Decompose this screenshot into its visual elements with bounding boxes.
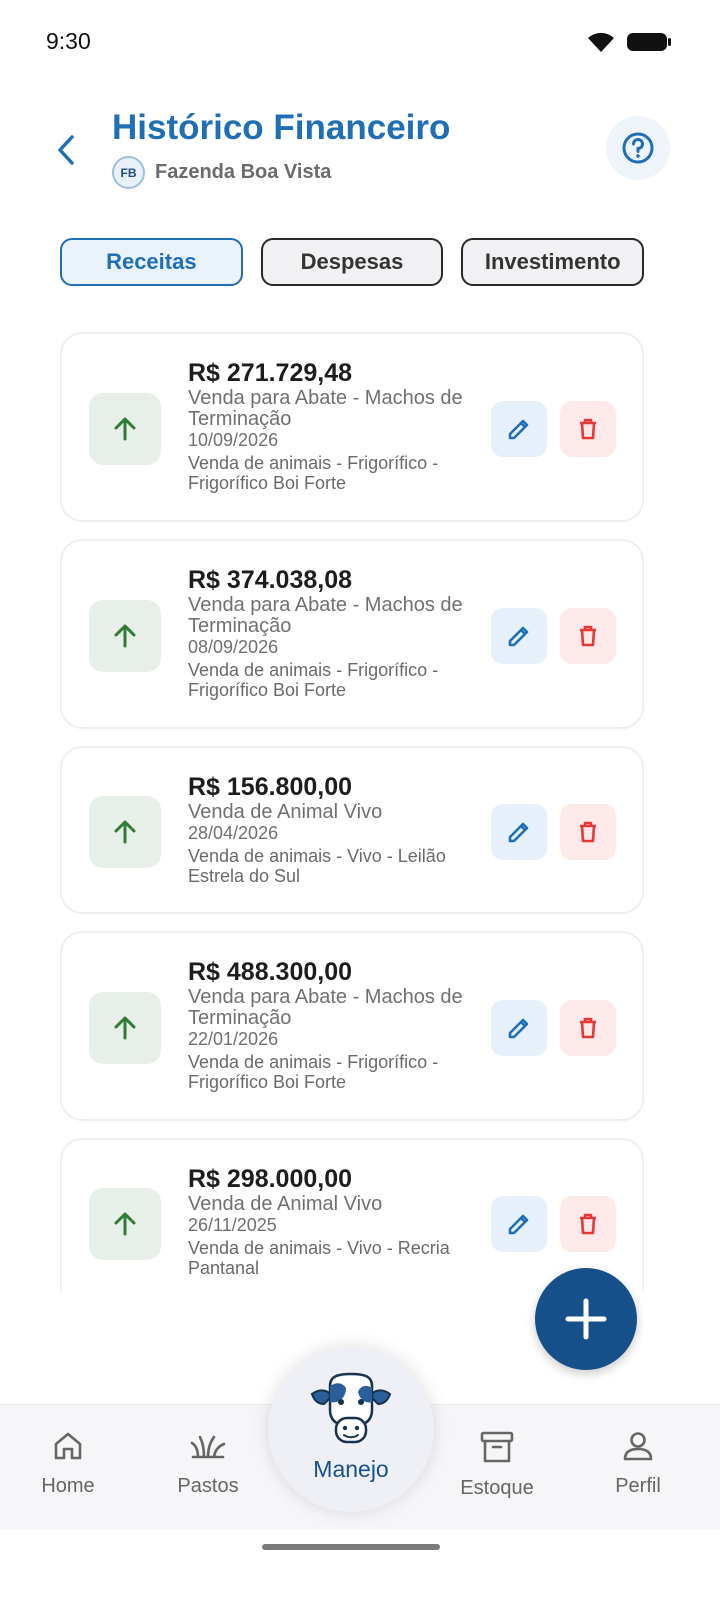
pencil-icon: [508, 1214, 529, 1235]
status-bar: 9:30: [0, 0, 720, 86]
nav-estoque[interactable]: Estoque: [442, 1429, 552, 1500]
nav-pastos-label: Pastos: [177, 1475, 239, 1497]
add-transaction-button[interactable]: [535, 1268, 637, 1370]
income-arrow-icon: [89, 1188, 161, 1260]
nav-home-label: Home: [41, 1475, 95, 1497]
income-arrow-icon: [89, 393, 161, 465]
transaction-date: 28/04/2026: [188, 823, 279, 843]
trash-icon: [580, 625, 596, 647]
transaction-note: Venda de animais - Frigorífico - Frigorí…: [188, 453, 439, 493]
transaction-note: Venda de animais - Frigorífico - Frigorí…: [188, 1052, 439, 1092]
income-arrow-icon: [89, 796, 161, 868]
status-icons: [586, 30, 672, 54]
transaction-details: R$ 488.300,00 Venda para Abate - Machos …: [188, 957, 488, 1092]
transaction-card[interactable]: R$ 156.800,00 Venda de Animal Vivo 28/04…: [60, 746, 644, 914]
tab-receitas[interactable]: Receitas: [60, 238, 243, 286]
nav-manejo[interactable]: Manejo: [268, 1346, 434, 1512]
plus-icon: [565, 1298, 607, 1340]
help-icon: [622, 132, 654, 164]
page-title: Histórico Financeiro: [112, 108, 451, 147]
edit-button[interactable]: [491, 608, 547, 664]
transaction-amount: R$ 298.000,00: [188, 1165, 353, 1193]
delete-button[interactable]: [560, 1196, 616, 1252]
transaction-date: 26/11/2025: [188, 1215, 277, 1235]
delete-button[interactable]: [560, 608, 616, 664]
person-icon: [623, 1432, 653, 1461]
tab-investimento[interactable]: Investimento: [461, 238, 645, 286]
transaction-list[interactable]: R$ 271.729,48 Venda para Abate - Machos …: [60, 332, 644, 1292]
nav-home[interactable]: Home: [13, 1429, 123, 1498]
trash-icon: [580, 1017, 596, 1039]
grass-icon: [190, 1435, 226, 1459]
nav-perfil[interactable]: Perfil: [583, 1429, 693, 1498]
delete-button[interactable]: [560, 804, 616, 860]
trash-icon: [580, 821, 596, 843]
pencil-icon: [508, 822, 529, 843]
transaction-description: Venda para Abate - Machos de Terminação: [188, 387, 463, 430]
nav-perfil-label: Perfil: [615, 1475, 661, 1497]
transaction-amount: R$ 156.800,00: [188, 773, 353, 801]
transaction-details: R$ 156.800,00 Venda de Animal Vivo 28/04…: [188, 772, 488, 886]
nav-estoque-label: Estoque: [460, 1477, 534, 1499]
transaction-card[interactable]: R$ 488.300,00 Venda para Abate - Machos …: [60, 931, 644, 1121]
trash-icon: [580, 418, 596, 440]
back-button[interactable]: [46, 130, 86, 170]
transaction-card[interactable]: R$ 271.729,48 Venda para Abate - Machos …: [60, 332, 644, 522]
transaction-note: Venda de animais - Vivo - Leilão Estrela…: [188, 846, 446, 886]
nav-manejo-label: Manejo: [313, 1456, 389, 1482]
delete-button[interactable]: [560, 1000, 616, 1056]
edit-button[interactable]: [491, 1000, 547, 1056]
chevron-left-icon: [58, 135, 74, 165]
pencil-icon: [508, 419, 529, 440]
battery-icon: [627, 33, 671, 51]
transaction-details: R$ 271.729,48 Venda para Abate - Machos …: [188, 358, 488, 493]
transaction-amount: R$ 488.300,00: [188, 958, 353, 986]
archive-icon: [480, 1431, 514, 1463]
income-arrow-icon: [89, 992, 161, 1064]
transaction-date: 10/09/2026: [188, 430, 279, 450]
edit-button[interactable]: [491, 804, 547, 860]
transaction-amount: R$ 374.038,08: [188, 566, 353, 594]
wifi-icon: [588, 32, 614, 52]
transaction-details: R$ 298.000,00 Venda de Animal Vivo 26/11…: [188, 1164, 488, 1278]
status-time: 9:30: [46, 28, 91, 54]
income-arrow-icon: [89, 600, 161, 672]
transaction-date: 08/09/2026: [188, 637, 279, 657]
transaction-note: Venda de animais - Vivo - Recria Pantana…: [188, 1238, 450, 1278]
transaction-details: R$ 374.038,08 Venda para Abate - Machos …: [188, 565, 488, 700]
transaction-description: Venda para Abate - Machos de Terminação: [188, 594, 463, 637]
home-indicator: [262, 1544, 440, 1550]
tab-despesas[interactable]: Despesas: [260, 238, 444, 286]
farm-name: Fazenda Boa Vista: [155, 161, 332, 183]
pencil-icon: [508, 626, 529, 647]
trash-icon: [580, 1213, 596, 1235]
transaction-description: Venda de Animal Vivo: [188, 801, 383, 823]
edit-button[interactable]: [491, 1196, 547, 1252]
transaction-description: Venda de Animal Vivo: [188, 1193, 383, 1215]
help-button[interactable]: [606, 116, 670, 180]
header: Histórico Financeiro FB Fazenda Boa Vist…: [0, 100, 720, 210]
filter-tabs: Receitas Despesas Investimento: [60, 238, 645, 286]
home-icon: [54, 1432, 82, 1460]
farm-info: FB Fazenda Boa Vista: [112, 156, 331, 189]
farm-avatar: FB: [112, 156, 145, 189]
nav-pastos[interactable]: Pastos: [153, 1429, 263, 1498]
transaction-card[interactable]: R$ 374.038,08 Venda para Abate - Machos …: [60, 539, 644, 729]
delete-button[interactable]: [560, 401, 616, 457]
transaction-date: 22/01/2026: [188, 1029, 279, 1049]
transaction-card[interactable]: R$ 298.000,00 Venda de Animal Vivo 26/11…: [60, 1138, 644, 1292]
transaction-amount: R$ 271.729,48: [188, 359, 353, 387]
edit-button[interactable]: [491, 401, 547, 457]
transaction-note: Venda de animais - Frigorífico - Frigorí…: [188, 660, 439, 700]
transaction-description: Venda para Abate - Machos de Terminação: [188, 986, 463, 1029]
cow-icon: [310, 1372, 392, 1444]
pencil-icon: [508, 1018, 529, 1039]
